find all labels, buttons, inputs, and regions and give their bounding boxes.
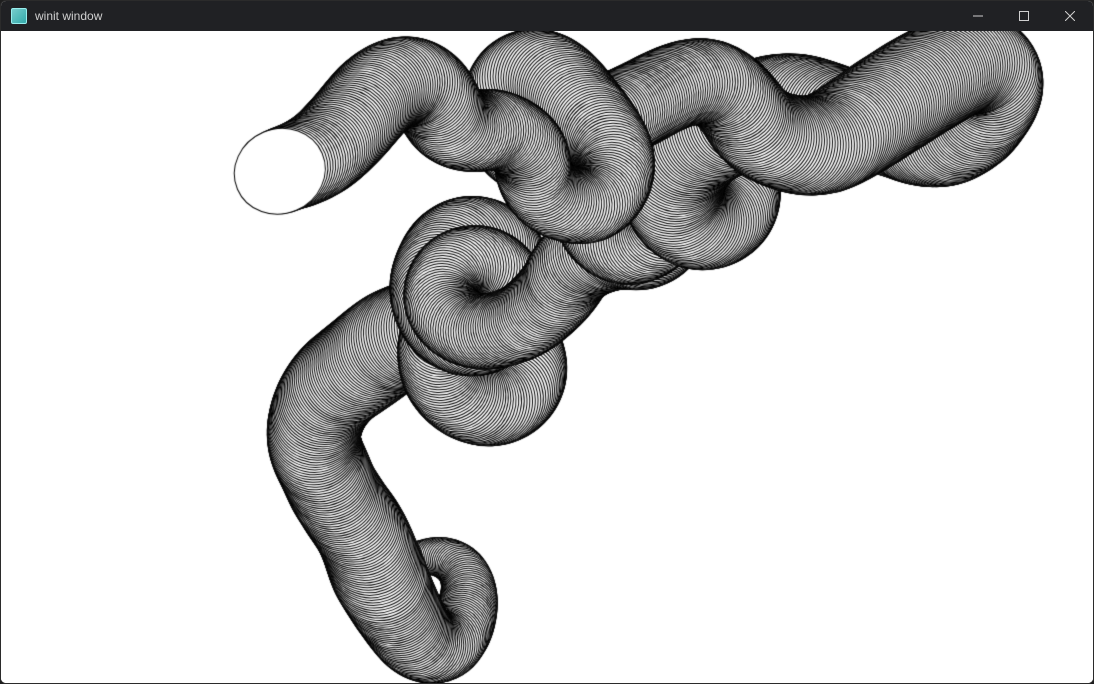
maximize-button[interactable] [1001,1,1047,31]
generative-canvas [1,31,1093,683]
app-icon [11,8,27,24]
window-title: winit window [35,9,955,23]
maximize-icon [1019,11,1029,21]
close-icon [1065,11,1075,21]
close-button[interactable] [1047,1,1093,31]
application-window: winit window [0,0,1094,684]
minimize-button[interactable] [955,1,1001,31]
titlebar[interactable]: winit window [1,1,1093,31]
render-viewport[interactable] [1,31,1093,683]
window-controls [955,1,1093,31]
minimize-icon [973,11,983,21]
